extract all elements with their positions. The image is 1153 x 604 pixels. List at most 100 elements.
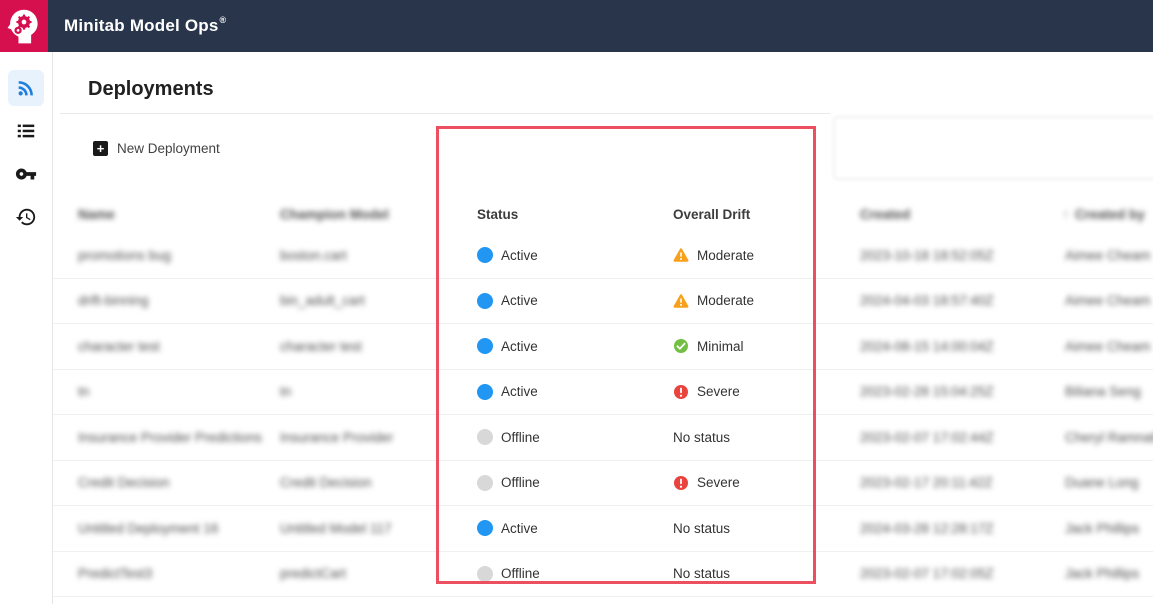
- column-header-status[interactable]: Status: [477, 195, 667, 233]
- cell-overall-drift: Moderate: [673, 233, 853, 278]
- cell-overall-drift: Severe: [673, 370, 853, 415]
- cell-created-by: Aimee Cheam: [1065, 233, 1153, 278]
- cell-overall-drift: Severe: [673, 461, 853, 506]
- sidebar-item-history[interactable]: [8, 199, 44, 235]
- sidebar-item-deployments[interactable]: [8, 70, 44, 106]
- status-active-dot-icon: [477, 384, 493, 400]
- head-gears-icon: [5, 5, 43, 47]
- table-header-row: Name Champion Model Status Overall Drift…: [0, 195, 1153, 234]
- drift-label: Moderate: [697, 293, 754, 308]
- cell-status: Active: [477, 279, 667, 324]
- column-header-champion-model[interactable]: Champion Model: [280, 195, 470, 233]
- minitab-logo[interactable]: [0, 0, 48, 52]
- status-label: Active: [501, 521, 538, 536]
- cell-name: drift-binning: [78, 279, 274, 324]
- table-row[interactable]: Untitled Deployment 16 Untitled Model 11…: [0, 506, 1153, 552]
- status-offline-dot-icon: [477, 566, 493, 582]
- drift-moderate-icon: [673, 247, 689, 263]
- drift-label: No status: [673, 430, 730, 445]
- column-header-overall-drift[interactable]: Overall Drift: [673, 195, 853, 233]
- cell-overall-drift: No status: [673, 552, 853, 597]
- cell-created: 2024-04-03 18:57:40Z: [860, 279, 1058, 324]
- column-header-created[interactable]: Created: [860, 195, 1058, 233]
- cell-created-by: Aimee Cheam: [1065, 279, 1153, 324]
- status-active-dot-icon: [477, 247, 493, 263]
- drift-label: Minimal: [697, 339, 744, 354]
- cell-champion-model: Insurance Provider: [280, 415, 470, 460]
- cell-created-by: Jack Phillips: [1065, 506, 1153, 551]
- title-divider: [60, 113, 830, 114]
- app-title: Minitab Model Ops®: [64, 0, 226, 52]
- cell-status: Offline: [477, 415, 667, 460]
- cell-status: Active: [477, 324, 667, 369]
- status-offline-dot-icon: [477, 429, 493, 445]
- table-row[interactable]: character test character test Active Min…: [0, 324, 1153, 370]
- cell-status: Active: [477, 233, 667, 278]
- new-deployment-button[interactable]: + New Deployment: [93, 137, 220, 159]
- cell-name: Untitled Deployment 16: [78, 506, 274, 551]
- status-offline-dot-icon: [477, 475, 493, 491]
- page-title: Deployments: [88, 78, 214, 101]
- status-label: Active: [501, 384, 538, 399]
- status-label: Offline: [501, 566, 540, 581]
- cell-created-by: Jack Phillips: [1065, 552, 1153, 597]
- cell-champion-model: Untitled Model 117: [280, 506, 470, 551]
- toolbar-control-blurred[interactable]: [833, 116, 1153, 180]
- table-row[interactable]: promotions bug boston.cart Active Modera…: [0, 233, 1153, 279]
- cell-created-by: Biliana Seng: [1065, 370, 1153, 415]
- status-label: Active: [501, 293, 538, 308]
- cell-champion-model: character test: [280, 324, 470, 369]
- cell-champion-model: boston.cart: [280, 233, 470, 278]
- table-row[interactable]: Insurance Provider Predictions Insurance…: [0, 415, 1153, 461]
- drift-label: Severe: [697, 384, 740, 399]
- cell-created: 2023-02-07 17:02:44Z: [860, 415, 1058, 460]
- column-header-name[interactable]: Name: [78, 195, 274, 233]
- drift-label: Severe: [697, 475, 740, 490]
- table-row[interactable]: Credit Decision Credit Decision Offline …: [0, 461, 1153, 507]
- status-active-dot-icon: [477, 293, 493, 309]
- sidebar: [0, 52, 53, 604]
- status-active-dot-icon: [477, 520, 493, 536]
- status-label: Active: [501, 248, 538, 263]
- drift-severe-icon: [673, 475, 689, 491]
- sort-ascending-icon: ↑: [1063, 207, 1069, 221]
- cell-created-by: Cheryl Ramnath: [1065, 415, 1153, 460]
- drift-minimal-icon: [673, 338, 689, 354]
- rss-icon: [15, 77, 37, 99]
- cell-status: Offline: [477, 552, 667, 597]
- table-row[interactable]: tn tn Active Severe 2023-02-28 15:04:25Z…: [0, 370, 1153, 416]
- cell-name: Insurance Provider Predictions: [78, 415, 274, 460]
- cell-status: Active: [477, 370, 667, 415]
- table-row[interactable]: PredictTest3 predictCart Offline No stat…: [0, 552, 1153, 598]
- cell-name: promotions bug: [78, 233, 274, 278]
- table-row[interactable]: drift-binning bin_adult_cart Active Mode…: [0, 279, 1153, 325]
- status-label: Active: [501, 339, 538, 354]
- column-header-created-by[interactable]: ↑ Created by: [1063, 195, 1151, 233]
- cell-status: Offline: [477, 461, 667, 506]
- status-label: Offline: [501, 430, 540, 445]
- plus-icon: +: [93, 141, 108, 156]
- drift-label: No status: [673, 566, 730, 581]
- drift-label: No status: [673, 521, 730, 536]
- cell-overall-drift: No status: [673, 415, 853, 460]
- cell-name: character test: [78, 324, 274, 369]
- cell-status: Active: [477, 506, 667, 551]
- cell-champion-model: tn: [280, 370, 470, 415]
- status-label: Offline: [501, 475, 540, 490]
- sidebar-item-api-keys[interactable]: [8, 156, 44, 192]
- key-icon: [15, 163, 37, 185]
- list-icon: [15, 120, 37, 142]
- new-deployment-label: New Deployment: [117, 141, 220, 156]
- top-navbar: Minitab Model Ops®: [0, 0, 1153, 52]
- drift-severe-icon: [673, 384, 689, 400]
- cell-created: 2023-02-17 20:11:42Z: [860, 461, 1058, 506]
- sidebar-item-models-list[interactable]: [8, 113, 44, 149]
- cell-created: 2023-02-28 15:04:25Z: [860, 370, 1058, 415]
- drift-label: Moderate: [697, 248, 754, 263]
- cell-name: PredictTest3: [78, 552, 274, 597]
- cell-champion-model: predictCart: [280, 552, 470, 597]
- app-window: Minitab Model Ops®: [0, 0, 1153, 604]
- cell-overall-drift: Moderate: [673, 279, 853, 324]
- history-icon: [15, 206, 37, 228]
- registered-mark: ®: [220, 15, 227, 25]
